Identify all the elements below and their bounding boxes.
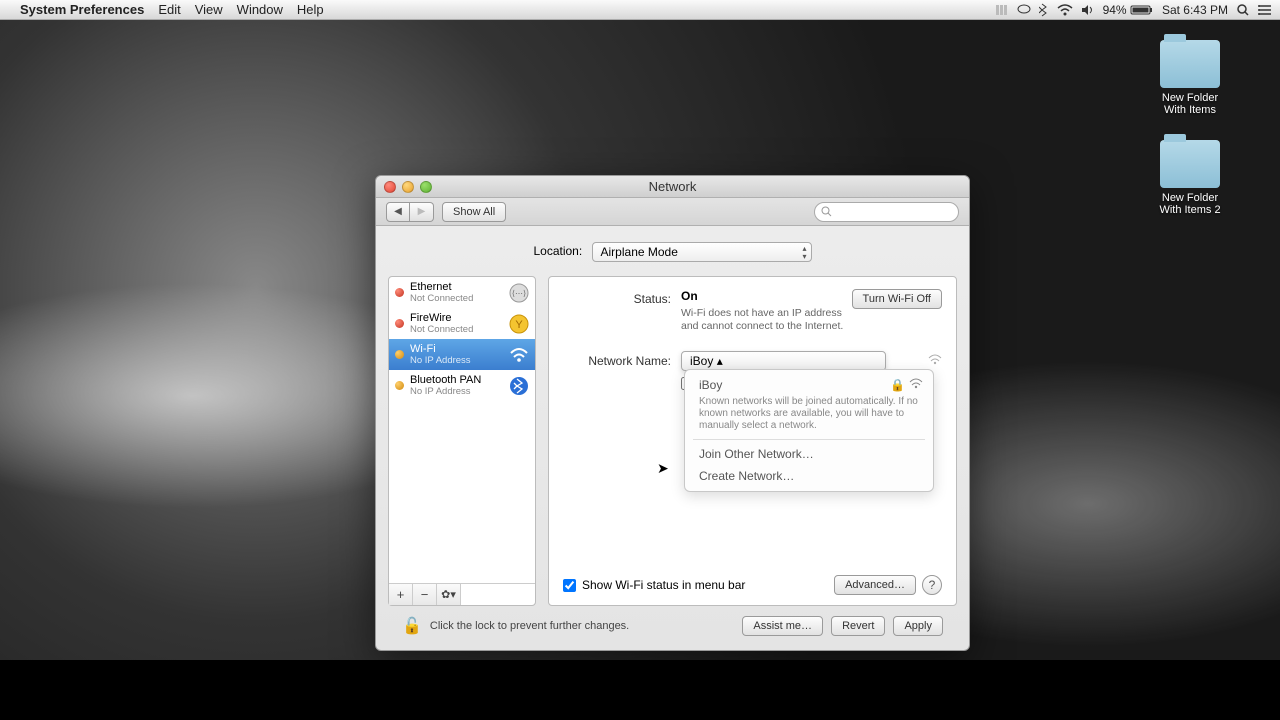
lock-text: Click the lock to prevent further change… [430, 620, 629, 632]
network-name-select[interactable]: iBoy ▴▾ [681, 351, 886, 371]
location-value: Airplane Mode [601, 245, 678, 259]
dropdown-desc: Known networks will be joined automatica… [685, 396, 933, 436]
service-actions-button[interactable]: ✿▾ [437, 584, 461, 605]
add-service-button[interactable]: + [389, 584, 413, 605]
service-name: Wi-Fi [410, 343, 503, 355]
service-bluetooth-pan[interactable]: Bluetooth PANNo IP Address [389, 370, 535, 401]
lock-icon: 🔒 [890, 378, 905, 392]
search-icon [821, 206, 832, 217]
ethernet-icon: ⟨⋯⟩ [509, 283, 529, 303]
network-name-value: iBoy [690, 354, 713, 368]
toolbar: ◀ ▶ Show All [376, 198, 969, 226]
desktop-folder[interactable]: New Folder With Items [1150, 40, 1230, 116]
show-in-menubar-checkbox[interactable] [563, 579, 576, 592]
wifi-icon [509, 345, 529, 365]
wifi-signal-icon [909, 378, 923, 392]
menu-bar: System Preferences Edit View Window Help… [0, 0, 1280, 20]
desktop-folder[interactable]: New Folder With Items 2 [1150, 140, 1230, 216]
service-name: Ethernet [410, 281, 503, 293]
status-dot-icon [395, 381, 404, 390]
apply-button[interactable]: Apply [893, 616, 943, 636]
service-wi-fi[interactable]: Wi-FiNo IP Address [389, 339, 535, 370]
menu-extra-icon[interactable] [995, 4, 1009, 16]
chevron-updown-icon: ▴▾ [803, 245, 807, 261]
battery-status[interactable]: 94% [1103, 3, 1154, 17]
back-button[interactable]: ◀ [386, 202, 410, 222]
assist-button[interactable]: Assist me… [742, 616, 823, 636]
location-label: Location: [533, 244, 582, 258]
letterbox [0, 660, 1280, 720]
folder-icon [1160, 140, 1220, 188]
search-field[interactable] [814, 202, 959, 222]
notification-center-icon[interactable] [1258, 4, 1272, 16]
wifi-signal-icon [928, 354, 942, 366]
network-name-label: Network Name: [563, 351, 681, 368]
svg-text:⟨⋯⟩: ⟨⋯⟩ [512, 289, 526, 298]
service-firewire[interactable]: FireWireNot Connected Y [389, 308, 535, 339]
bluetooth-icon [509, 376, 529, 396]
folder-label: New Folder With Items [1150, 92, 1230, 116]
show-all-button[interactable]: Show All [442, 202, 506, 222]
menu-help[interactable]: Help [297, 2, 324, 17]
remove-service-button[interactable]: − [413, 584, 437, 605]
detail-pane: Status: On Turn Wi-Fi Off Wi-Fi does not… [548, 276, 957, 606]
forward-button[interactable]: ▶ [410, 202, 434, 222]
service-status: No IP Address [410, 386, 503, 397]
svg-text:Y: Y [515, 319, 523, 331]
wifi-icon[interactable] [1057, 4, 1073, 16]
network-window: Network ◀ ▶ Show All Location: Airplane … [375, 175, 970, 651]
firewire-icon: Y [509, 314, 529, 334]
clock[interactable]: Sat 6:43 PM [1162, 3, 1228, 17]
status-dot-icon [395, 319, 404, 328]
dropdown-current-network[interactable]: iBoy 🔒 [685, 374, 933, 396]
join-other-network[interactable]: Join Other Network… [685, 443, 933, 465]
create-network[interactable]: Create Network… [685, 465, 933, 487]
folder-label: New Folder With Items 2 [1150, 192, 1230, 216]
status-description: Wi-Fi does not have an IP address and ca… [681, 307, 942, 333]
volume-icon[interactable] [1081, 4, 1095, 16]
wifi-toggle-button[interactable]: Turn Wi-Fi Off [852, 289, 942, 309]
spotlight-icon[interactable] [1236, 3, 1250, 17]
service-status: Not Connected [410, 324, 503, 335]
menu-window[interactable]: Window [237, 2, 283, 17]
status-value: On [681, 289, 698, 303]
service-name: Bluetooth PAN [410, 374, 503, 386]
service-list: EthernetNot Connected⟨⋯⟩FireWireNot Conn… [388, 276, 536, 606]
service-status: Not Connected [410, 293, 503, 304]
advanced-button[interactable]: Advanced… [834, 575, 916, 595]
menu-edit[interactable]: Edit [158, 2, 180, 17]
window-title: Network [376, 179, 969, 194]
service-name: FireWire [410, 312, 503, 324]
chat-icon[interactable] [1017, 4, 1031, 16]
battery-percent: 94% [1103, 3, 1127, 17]
status-dot-icon [395, 288, 404, 297]
show-in-menubar-label: Show Wi-Fi status in menu bar [582, 578, 745, 592]
revert-button[interactable]: Revert [831, 616, 885, 636]
location-select[interactable]: Airplane Mode ▴▾ [592, 242, 812, 262]
help-button[interactable]: ? [922, 575, 942, 595]
menu-view[interactable]: View [195, 2, 223, 17]
service-status: No IP Address [410, 355, 503, 366]
folder-icon [1160, 40, 1220, 88]
bluetooth-icon[interactable] [1039, 3, 1049, 17]
status-label: Status: [563, 289, 681, 306]
app-menu[interactable]: System Preferences [20, 2, 144, 17]
network-dropdown[interactable]: iBoy 🔒 Known networks will be joined aut… [684, 369, 934, 492]
lock-icon[interactable]: 🔓 [402, 616, 422, 636]
status-dot-icon [395, 350, 404, 359]
titlebar[interactable]: Network [376, 176, 969, 198]
service-ethernet[interactable]: EthernetNot Connected ⟨⋯⟩ [389, 277, 535, 308]
